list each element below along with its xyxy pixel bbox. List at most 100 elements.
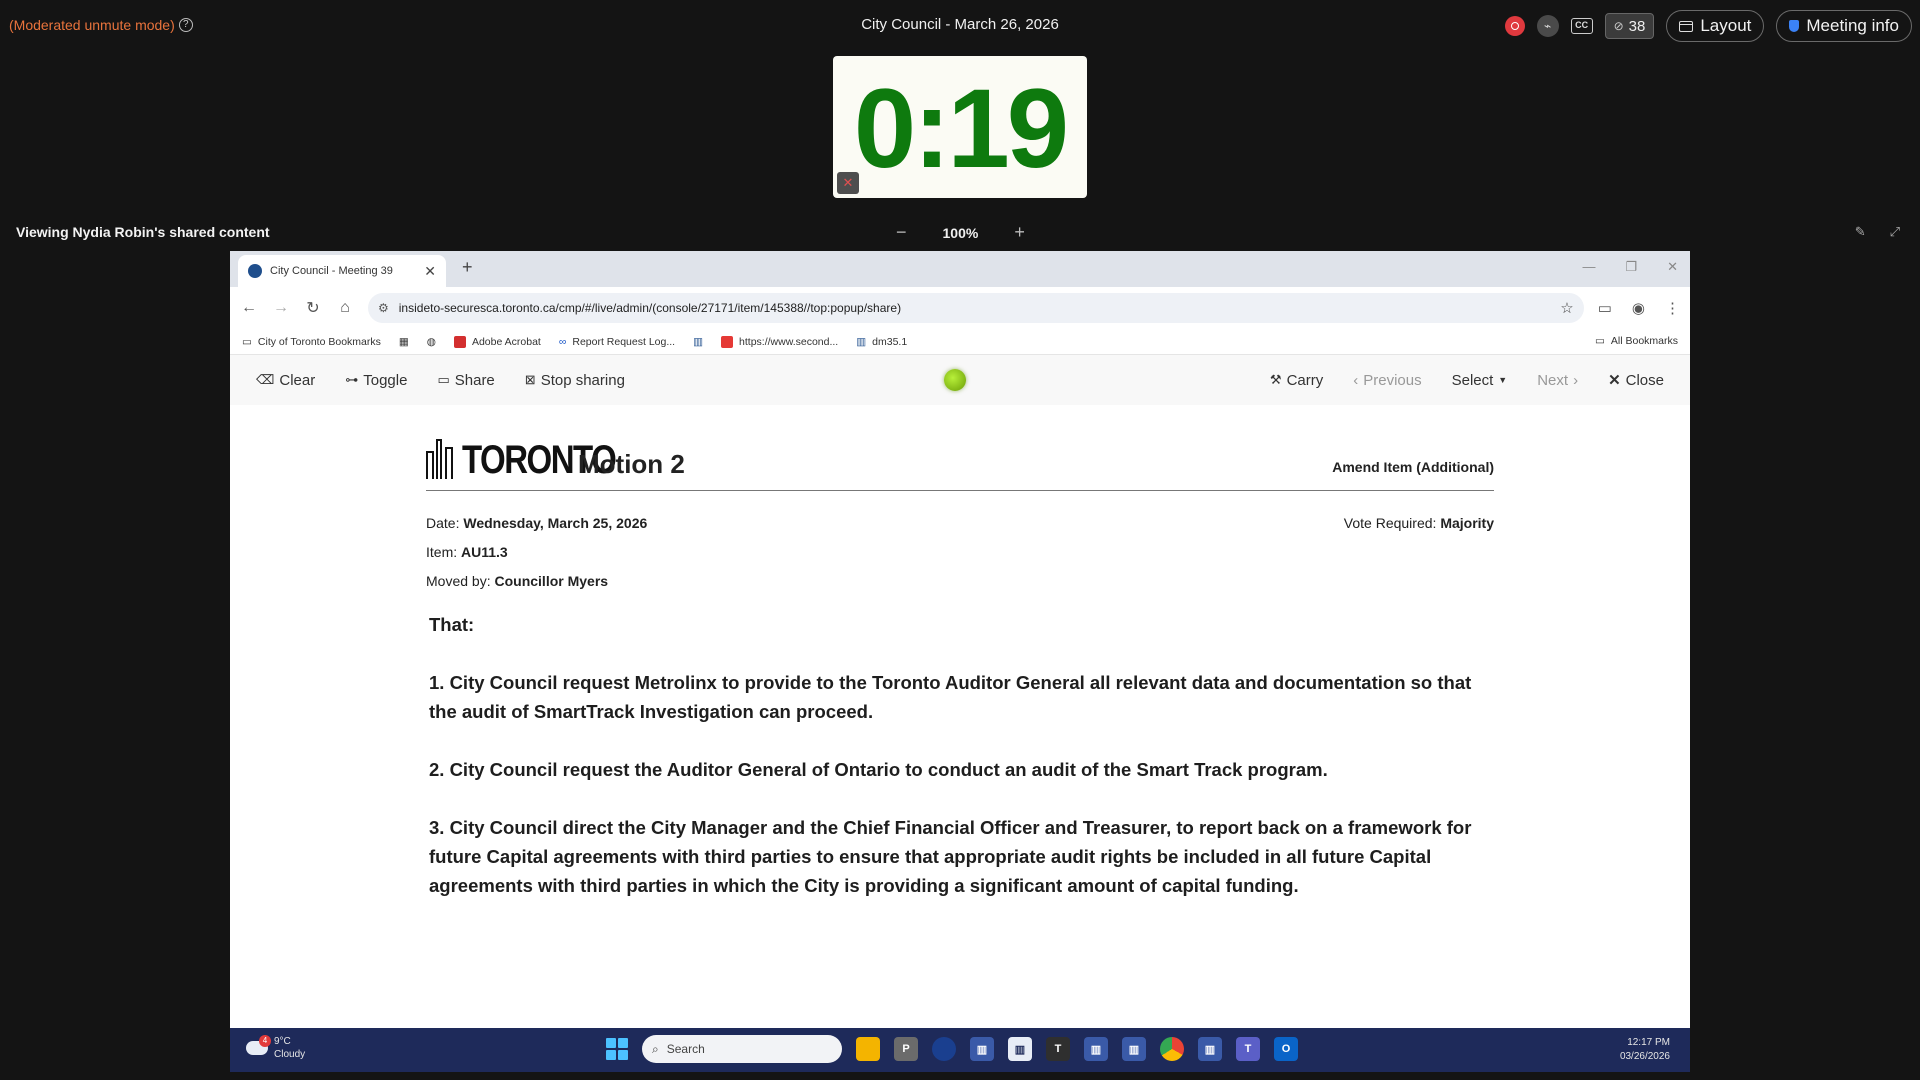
stop-sharing-label: Stop sharing xyxy=(540,371,625,389)
toronto-bookmark-icon[interactable]: ▥ xyxy=(693,336,703,348)
zoom-controls: − 100% + xyxy=(896,222,1025,243)
motion-clause: 3. City Council direct the City Manager … xyxy=(429,817,1472,896)
close-icon: ✕ xyxy=(1608,372,1621,389)
next-button[interactable]: Next › xyxy=(1537,372,1578,389)
share-button[interactable]: ▭ Share xyxy=(437,372,494,389)
profile-icon[interactable]: ◉ xyxy=(1632,299,1645,317)
all-bookmarks-button[interactable]: ▭ All Bookmarks xyxy=(1595,335,1678,347)
windows-start-icon[interactable] xyxy=(606,1038,628,1060)
zoom-out-button[interactable]: − xyxy=(896,222,907,243)
moved-by-label: Moved by: xyxy=(426,573,491,589)
bookmark-adobe-acrobat[interactable]: Adobe Acrobat xyxy=(453,335,541,348)
taskbar-clock[interactable]: 12:17 PM 03/26/2026 xyxy=(1620,1036,1670,1064)
back-icon[interactable]: ← xyxy=(240,299,258,317)
help-icon[interactable]: ? xyxy=(178,18,193,32)
reload-icon[interactable]: ↻ xyxy=(304,298,322,318)
city-hall-logo-icon xyxy=(426,439,458,479)
app-p-icon[interactable]: P xyxy=(894,1037,918,1061)
site-settings-icon[interactable]: ⚙ xyxy=(378,301,389,315)
next-label: Next xyxy=(1537,371,1569,389)
fullscreen-icon[interactable]: ⤢ xyxy=(1890,224,1900,240)
minimize-icon[interactable]: — xyxy=(1582,259,1595,275)
moved-by-value: Councillor Myers xyxy=(494,573,609,589)
annotate-icon[interactable]: ✎ xyxy=(1855,224,1866,240)
bookmark-youtube[interactable]: https://www.second... xyxy=(721,335,839,348)
zoom-in-button[interactable]: + xyxy=(1014,222,1025,243)
date-label: Date: xyxy=(426,515,460,531)
motion-title: Motion 2 xyxy=(578,449,685,479)
mode-label: (Moderated unmute mode) xyxy=(9,17,175,33)
link-icon: ∞ xyxy=(558,335,567,348)
live-status-indicator xyxy=(944,369,966,391)
browser-tab[interactable]: City Council - Meeting 39 ✕ xyxy=(238,255,446,287)
participants-button[interactable]: ⊘ 38 xyxy=(1604,13,1655,39)
bookmark-star-icon[interactable]: ☆ xyxy=(1560,299,1573,317)
bookmark-dm35[interactable]: ▥ dm35.1 xyxy=(856,336,907,348)
apps-icon[interactable]: ▦ xyxy=(399,336,409,348)
toronto-app-icon[interactable]: ▥ xyxy=(970,1037,994,1061)
close-tab-icon[interactable]: ✕ xyxy=(424,263,436,280)
moderated-mode-indicator: (Moderated unmute mode) ? xyxy=(9,17,193,33)
toronto-icon: ▥ xyxy=(856,335,867,348)
chrome-icon[interactable] xyxy=(1160,1037,1184,1061)
mic-muted-icon: ✕ xyxy=(837,172,859,194)
link-icon[interactable]: ⌁ xyxy=(1536,15,1559,37)
vote-label: Vote Required: xyxy=(1343,515,1437,531)
select-dropdown[interactable]: Select ▼ xyxy=(1452,372,1508,389)
motion-meta: Date: Wednesday, March 25, 2026 Item: AU… xyxy=(426,509,1494,596)
tab-favicon-icon xyxy=(248,264,262,278)
speaker-timer: 0:19 ✕ xyxy=(833,56,1087,198)
motion-intro: That: xyxy=(429,614,475,635)
motion-document: TORONTO Motion 2 Amend Item (Additional)… xyxy=(426,431,1494,929)
menu-icon[interactable]: ⋮ xyxy=(1665,299,1680,317)
date-row: Date: Wednesday, March 25, 2026 xyxy=(426,509,1494,538)
toggle-button[interactable]: ⊶ Toggle xyxy=(345,372,407,389)
teams-icon[interactable]: T xyxy=(1236,1037,1260,1061)
weather-temp: 9°C xyxy=(274,1036,291,1047)
clock-time: 12:17 PM xyxy=(1627,1037,1670,1048)
home-icon[interactable]: ⌂ xyxy=(336,299,354,317)
url-field[interactable]: ⚙ insideto-securesca.toronto.ca/cmp/#/li… xyxy=(368,293,1584,323)
meeting-info-button[interactable]: Meeting info xyxy=(1776,10,1912,42)
bookmark-folder-toronto[interactable]: ▭ City of Toronto Bookmarks xyxy=(242,336,381,348)
globe-icon[interactable]: ◍ xyxy=(427,336,436,348)
outlook-icon[interactable]: O xyxy=(1274,1037,1298,1061)
toronto-app-icon[interactable]: ▥ xyxy=(1084,1037,1108,1061)
reading-mode-icon[interactable]: ▭ xyxy=(1598,299,1612,317)
globe-app-icon[interactable] xyxy=(932,1037,956,1061)
timer-value: 0:19 xyxy=(853,66,1069,191)
toronto-app-icon[interactable]: ▥ xyxy=(1008,1037,1032,1061)
youtube-icon xyxy=(721,335,734,348)
windows-taskbar: 4 9°C Cloudy ⌕ Search P ▥ ▥ T ▥ ▥ ▥ T O xyxy=(230,1028,1690,1072)
vote-required: Vote Required: Majority xyxy=(1344,509,1494,538)
tab-title: City Council - Meeting 39 xyxy=(270,265,393,277)
new-tab-icon[interactable]: + xyxy=(462,257,473,278)
closed-captions-icon[interactable]: CC xyxy=(1570,18,1593,34)
close-button[interactable]: ✕ Close xyxy=(1608,371,1664,390)
toronto-app-icon[interactable]: ▥ xyxy=(1122,1037,1146,1061)
toronto-app-icon[interactable]: ▥ xyxy=(1198,1037,1222,1061)
taskbar-search[interactable]: ⌕ Search xyxy=(642,1035,842,1063)
weather-widget[interactable]: 4 9°C Cloudy xyxy=(246,1035,305,1061)
date-value: Wednesday, March 25, 2026 xyxy=(463,515,648,531)
previous-button[interactable]: ‹ Previous xyxy=(1353,372,1421,389)
stop-sharing-button[interactable]: ⊠ Stop sharing xyxy=(525,372,625,389)
carry-button[interactable]: ⚒ Carry xyxy=(1270,372,1323,389)
clear-button[interactable]: ⌫ Clear xyxy=(256,372,315,389)
recording-icon[interactable] xyxy=(1504,16,1525,36)
forward-icon[interactable]: → xyxy=(272,299,290,317)
file-explorer-icon[interactable] xyxy=(856,1037,880,1061)
restore-icon[interactable]: ❐ xyxy=(1625,259,1637,275)
search-icon: ⌕ xyxy=(652,1041,659,1056)
bookmark-label: Report Request Log... xyxy=(572,335,676,348)
close-window-icon[interactable]: ✕ xyxy=(1667,259,1678,275)
bookmark-label: Adobe Acrobat xyxy=(471,335,541,348)
bookmark-report-request[interactable]: ∞ Report Request Log... xyxy=(559,336,675,348)
folder-icon: ▭ xyxy=(1594,335,1605,347)
app-t-icon[interactable]: T xyxy=(1046,1037,1070,1061)
folder-icon: ▭ xyxy=(242,335,252,348)
chevron-right-icon: › xyxy=(1573,371,1579,389)
bookmark-label: https://www.second... xyxy=(739,335,839,348)
gavel-icon: ⚒ xyxy=(1269,372,1282,387)
layout-button[interactable]: Layout xyxy=(1666,10,1765,42)
